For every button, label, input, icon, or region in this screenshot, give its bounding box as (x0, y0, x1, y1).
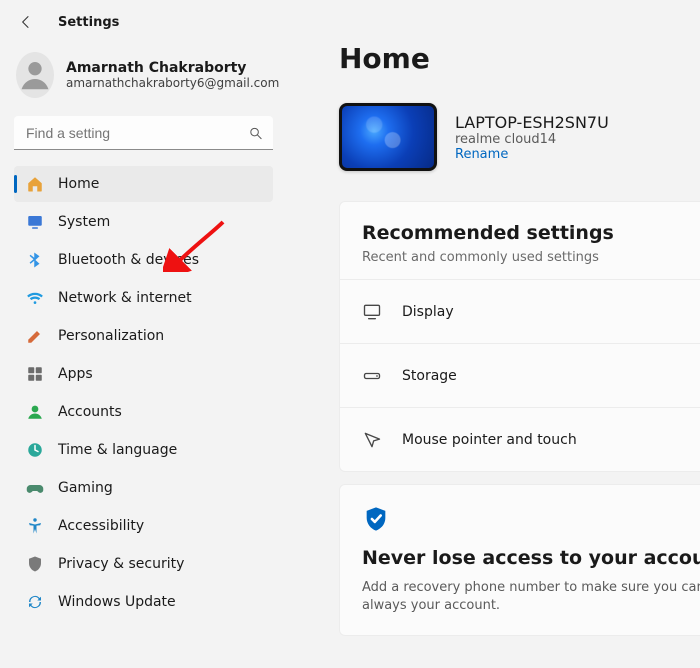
search-box (14, 116, 273, 150)
account-security-card: Never lose access to your account Add a … (339, 484, 700, 636)
profile-name: Amarnath Chakraborty (66, 60, 279, 76)
apps-icon (26, 365, 44, 383)
sidebar-item-accounts[interactable]: Accounts (14, 394, 273, 430)
home-icon (26, 175, 44, 193)
sidebar-item-label: Accessibility (58, 518, 144, 534)
account-card-title: Never lose access to your account (362, 547, 700, 569)
device-model: realme cloud14 (455, 132, 609, 147)
recommended-title: Recommended settings (362, 222, 700, 244)
sidebar-item-gaming[interactable]: Gaming (14, 470, 273, 506)
sidebar-item-label: Gaming (58, 480, 113, 496)
sidebar-item-network-internet[interactable]: Network & internet (14, 280, 273, 316)
personalization-icon (26, 327, 44, 345)
sidebar-item-label: Home (58, 176, 99, 192)
sidebar-item-label: Privacy & security (58, 556, 184, 572)
rename-link[interactable]: Rename (455, 147, 609, 162)
nav-list: Home System Bluetooth & devices Network & i… (14, 166, 273, 620)
display-icon (362, 302, 382, 322)
setting-row-display[interactable]: Display (340, 279, 700, 343)
accounts-icon (26, 403, 44, 421)
sidebar-item-label: Accounts (58, 404, 122, 420)
avatar (16, 52, 54, 98)
storage-icon (362, 366, 382, 386)
profile-card[interactable]: Amarnath Chakraborty amarnathchakraborty… (14, 44, 273, 116)
gaming-icon (26, 479, 44, 497)
page-title: Home (339, 42, 700, 75)
account-card-body: Add a recovery phone number to make sure… (362, 579, 700, 615)
sidebar-item-bluetooth-devices[interactable]: Bluetooth & devices (14, 242, 273, 278)
sidebar-item-accessibility[interactable]: Accessibility (14, 508, 273, 544)
sidebar-item-label: Time & language (58, 442, 177, 458)
sidebar-item-privacy-security[interactable]: Privacy & security (14, 546, 273, 582)
search-icon[interactable] (248, 126, 263, 141)
sidebar-item-home[interactable]: Home (14, 166, 273, 202)
recommended-subtitle: Recent and commonly used settings (362, 250, 700, 265)
accessibility-icon (26, 517, 44, 535)
update-icon (26, 593, 44, 611)
window-title: Settings (58, 15, 119, 30)
sidebar-item-label: Apps (58, 366, 93, 382)
recommended-card: Recommended settings Recent and commonly… (339, 201, 700, 472)
setting-row-mouse-pointer-and-touch[interactable]: Mouse pointer and touch (340, 407, 700, 471)
privacy-icon (26, 555, 44, 573)
setting-row-storage[interactable]: Storage (340, 343, 700, 407)
main-content: Home LAPTOP-ESH2SN7U realme cloud14 Rena… (287, 0, 700, 668)
profile-email: amarnathchakraborty6@gmail.com (66, 76, 279, 90)
bluetooth-icon (26, 251, 44, 269)
sidebar-item-apps[interactable]: Apps (14, 356, 273, 392)
setting-row-label: Storage (402, 368, 457, 384)
network-icon (26, 289, 44, 307)
device-name: LAPTOP-ESH2SN7U (455, 113, 609, 132)
sidebar-item-personalization[interactable]: Personalization (14, 318, 273, 354)
system-icon (26, 213, 44, 231)
device-thumbnail (339, 103, 437, 171)
sidebar-item-label: Personalization (58, 328, 164, 344)
sidebar-item-label: System (58, 214, 110, 230)
mouse-icon (362, 430, 382, 450)
sidebar: Settings Amarnath Chakraborty amarnathch… (0, 0, 287, 668)
time-icon (26, 441, 44, 459)
sidebar-item-system[interactable]: System (14, 204, 273, 240)
shield-check-icon (362, 505, 700, 533)
sidebar-item-windows-update[interactable]: Windows Update (14, 584, 273, 620)
sidebar-item-time-language[interactable]: Time & language (14, 432, 273, 468)
sidebar-item-label: Windows Update (58, 594, 176, 610)
setting-row-label: Display (402, 304, 454, 320)
device-block: LAPTOP-ESH2SN7U realme cloud14 Rename (339, 103, 700, 171)
sidebar-item-label: Bluetooth & devices (58, 252, 199, 268)
search-input[interactable] (14, 116, 273, 150)
back-icon[interactable] (18, 14, 34, 30)
setting-row-label: Mouse pointer and touch (402, 432, 577, 448)
sidebar-item-label: Network & internet (58, 290, 192, 306)
